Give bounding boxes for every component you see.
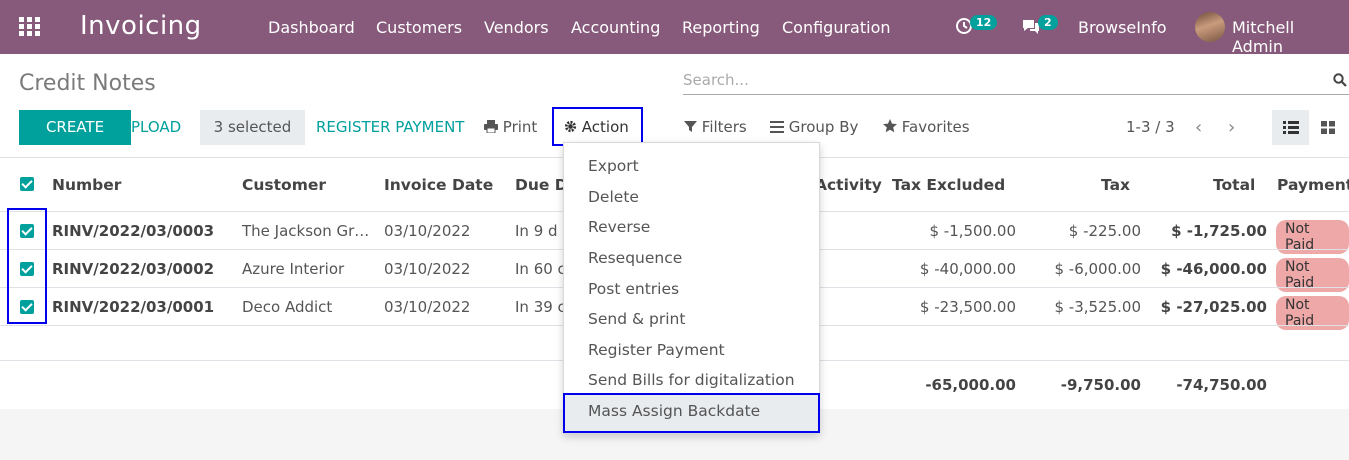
group-by-button[interactable]: Group By bbox=[770, 110, 858, 145]
pager-previous-icon[interactable]: ‹ bbox=[1195, 117, 1202, 138]
menu-configuration[interactable]: Configuration bbox=[782, 18, 891, 37]
column-tax-excluded[interactable]: Tax Excluded bbox=[892, 176, 1005, 194]
total-tax-excluded: -65,000.00 bbox=[925, 376, 1016, 394]
menu-item-mass-assign-backdate[interactable]: Mass Assign Backdate bbox=[588, 402, 760, 420]
invoice-date: 03/10/2022 bbox=[384, 260, 471, 278]
page-title: Credit Notes bbox=[19, 71, 156, 96]
user-menu[interactable]: Mitchell Admin bbox=[1232, 18, 1349, 56]
menu-customers[interactable]: Customers bbox=[376, 18, 462, 37]
action-dropdown-menu: Export Delete Reverse Resequence Post en… bbox=[563, 142, 820, 434]
column-tax[interactable]: Tax bbox=[1101, 176, 1130, 194]
customer-name: Deco Addict bbox=[242, 298, 333, 316]
select-all-checkbox[interactable] bbox=[20, 177, 34, 191]
due-date: In 9 d bbox=[515, 222, 558, 240]
invoice-number: RINV/2022/03/0002 bbox=[52, 260, 215, 278]
column-due-date[interactable]: Due D bbox=[515, 176, 568, 194]
total-amount: $ -27,025.00 bbox=[1160, 298, 1267, 316]
app-title[interactable]: Invoicing bbox=[80, 11, 202, 41]
upload-button[interactable]: UPLOAD bbox=[120, 110, 181, 145]
menu-reporting[interactable]: Reporting bbox=[682, 18, 760, 37]
print-label: Print bbox=[502, 118, 538, 136]
menu-accounting[interactable]: Accounting bbox=[571, 18, 660, 37]
invoice-number: RINV/2022/03/0003 bbox=[52, 222, 215, 240]
invoice-number: RINV/2022/03/0001 bbox=[52, 298, 215, 316]
kanban-view-button[interactable] bbox=[1312, 110, 1344, 145]
due-date: In 39 c bbox=[515, 298, 566, 316]
action-label: Action bbox=[581, 118, 629, 136]
star-icon bbox=[883, 119, 897, 133]
activity-count-badge: 12 bbox=[970, 15, 998, 30]
gear-icon bbox=[564, 120, 577, 133]
total-tax: -9,750.00 bbox=[1060, 376, 1141, 394]
filters-label: Filters bbox=[701, 118, 747, 136]
create-button[interactable]: CREATE bbox=[19, 110, 131, 145]
register-payment-button[interactable]: REGISTER PAYMENT bbox=[316, 110, 464, 145]
apps-menu-icon[interactable] bbox=[19, 17, 41, 37]
menu-dashboard[interactable]: Dashboard bbox=[268, 18, 355, 37]
filters-button[interactable]: Filters bbox=[684, 110, 747, 145]
invoice-date: 03/10/2022 bbox=[384, 222, 471, 240]
tax-excluded: $ -1,500.00 bbox=[929, 222, 1016, 240]
user-avatar[interactable] bbox=[1195, 12, 1225, 42]
column-payment-status[interactable]: Payment bbox=[1277, 176, 1349, 194]
group-by-label: Group By bbox=[788, 118, 859, 136]
menu-item-resequence[interactable]: Resequence bbox=[588, 249, 682, 267]
column-activity[interactable]: Activity bbox=[815, 176, 882, 194]
tax-excluded: $ -23,500.00 bbox=[919, 298, 1016, 316]
column-customer[interactable]: Customer bbox=[242, 176, 326, 194]
menu-item-send-print[interactable]: Send & print bbox=[588, 310, 685, 328]
selected-rows-highlight bbox=[7, 208, 47, 324]
tax-amount: $ -3,525.00 bbox=[1054, 298, 1141, 316]
favorites-label: Favorites bbox=[901, 118, 970, 136]
menu-item-delete[interactable]: Delete bbox=[588, 188, 639, 206]
favorites-button[interactable]: Favorites bbox=[883, 110, 970, 145]
menu-vendors[interactable]: Vendors bbox=[484, 18, 549, 37]
top-navbar: Invoicing Dashboard Customers Vendors Ac… bbox=[0, 0, 1349, 56]
pager-next-icon[interactable]: › bbox=[1228, 117, 1235, 138]
menu-item-reverse[interactable]: Reverse bbox=[588, 218, 650, 236]
search-icon[interactable] bbox=[1333, 73, 1347, 87]
search-bar bbox=[683, 68, 1349, 95]
group-by-icon bbox=[770, 121, 784, 133]
due-date: In 60 c bbox=[515, 260, 566, 278]
filter-icon bbox=[684, 121, 697, 132]
tax-excluded: $ -40,000.00 bbox=[919, 260, 1016, 278]
grand-total: -74,750.00 bbox=[1176, 376, 1267, 394]
company-switcher[interactable]: BrowseInfo bbox=[1078, 18, 1167, 37]
selected-count: 3 selected bbox=[200, 110, 305, 145]
pager-value[interactable]: 1-3 / 3 bbox=[1126, 118, 1175, 136]
customer-name: Azure Interior bbox=[242, 260, 345, 278]
kanban-view-icon bbox=[1321, 121, 1335, 134]
print-icon bbox=[484, 120, 498, 134]
menu-item-send-bills-digitalization[interactable]: Send Bills for digitalization bbox=[588, 371, 795, 389]
message-count-badge: 2 bbox=[1038, 15, 1058, 30]
column-number[interactable]: Number bbox=[52, 176, 121, 194]
list-view-button[interactable] bbox=[1272, 110, 1309, 145]
total-amount: $ -1,725.00 bbox=[1171, 222, 1267, 240]
menu-item-export[interactable]: Export bbox=[588, 157, 639, 175]
column-invoice-date[interactable]: Invoice Date bbox=[384, 176, 493, 194]
tax-amount: $ -6,000.00 bbox=[1054, 260, 1141, 278]
customer-name: The Jackson Gr… bbox=[242, 222, 370, 240]
tax-amount: $ -225.00 bbox=[1068, 222, 1141, 240]
menu-item-post-entries[interactable]: Post entries bbox=[588, 280, 679, 298]
menu-item-register-payment[interactable]: Register Payment bbox=[588, 341, 725, 359]
total-amount: $ -46,000.00 bbox=[1160, 260, 1267, 278]
search-input[interactable] bbox=[683, 68, 1283, 92]
invoice-date: 03/10/2022 bbox=[384, 298, 471, 316]
column-total[interactable]: Total bbox=[1213, 176, 1255, 194]
list-view-icon bbox=[1283, 121, 1299, 134]
print-button[interactable]: Print bbox=[484, 110, 537, 145]
action-button[interactable]: Action bbox=[552, 107, 643, 146]
